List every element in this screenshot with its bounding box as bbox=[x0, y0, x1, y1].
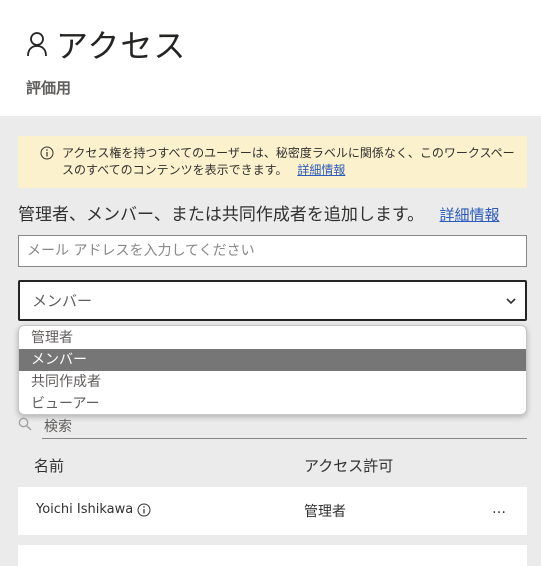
page-header: アクセス 評価用 bbox=[0, 0, 541, 116]
search-icon bbox=[18, 417, 32, 431]
role-dropdown-list: 管理者 メンバー 共同作成者 ビューアー bbox=[18, 325, 527, 415]
role-option-contributor[interactable]: 共同作成者 bbox=[19, 371, 526, 393]
role-select[interactable]: メンバー bbox=[18, 280, 527, 321]
banner-learn-more-link[interactable]: 詳細情報 bbox=[297, 163, 345, 177]
search-input[interactable]: 検索 bbox=[44, 416, 72, 436]
title-row: アクセス bbox=[26, 22, 186, 66]
add-members-text: 管理者、メンバー、または共同作成者を追加します。 bbox=[18, 205, 425, 225]
banner-text: アクセス権を持つすべてのユーザーは、秘密度ラベルに関係なく、このワークスペースの… bbox=[62, 146, 515, 177]
email-input[interactable] bbox=[18, 235, 527, 267]
chevron-down-icon bbox=[506, 298, 516, 305]
table-row[interactable]: Yoichi Ishikawa 管理者 … bbox=[18, 487, 527, 535]
role-option-viewer[interactable]: ビューアー bbox=[19, 393, 526, 414]
role-select-value: メンバー bbox=[32, 292, 93, 310]
user-name-cell: Yoichi Ishikawa bbox=[36, 502, 151, 517]
user-name: Yoichi Ishikawa bbox=[36, 502, 134, 517]
table-row[interactable] bbox=[18, 545, 527, 566]
info-icon[interactable] bbox=[137, 503, 151, 517]
search-underline bbox=[42, 438, 527, 439]
workspace-name: 評価用 bbox=[26, 79, 72, 97]
role-option-member[interactable]: メンバー bbox=[19, 349, 526, 371]
add-members-label: 管理者、メンバー、または共同作成者を追加します。 詳細情報 bbox=[18, 200, 500, 225]
add-members-learn-more-link[interactable]: 詳細情報 bbox=[440, 206, 500, 224]
search-box[interactable]: 検索 bbox=[18, 413, 527, 439]
person-icon bbox=[27, 32, 47, 57]
column-header-access[interactable]: アクセス許可 bbox=[304, 455, 393, 476]
column-header-name[interactable]: 名前 bbox=[34, 455, 64, 476]
more-options-button[interactable]: … bbox=[492, 501, 507, 517]
info-icon bbox=[40, 146, 54, 160]
role-option-admin[interactable]: 管理者 bbox=[19, 327, 526, 349]
info-banner: アクセス権を持つすべてのユーザーは、秘密度ラベルに関係なく、このワークスペースの… bbox=[18, 136, 527, 188]
page-title: アクセス bbox=[56, 27, 187, 65]
access-cell[interactable]: 管理者 bbox=[304, 501, 346, 521]
